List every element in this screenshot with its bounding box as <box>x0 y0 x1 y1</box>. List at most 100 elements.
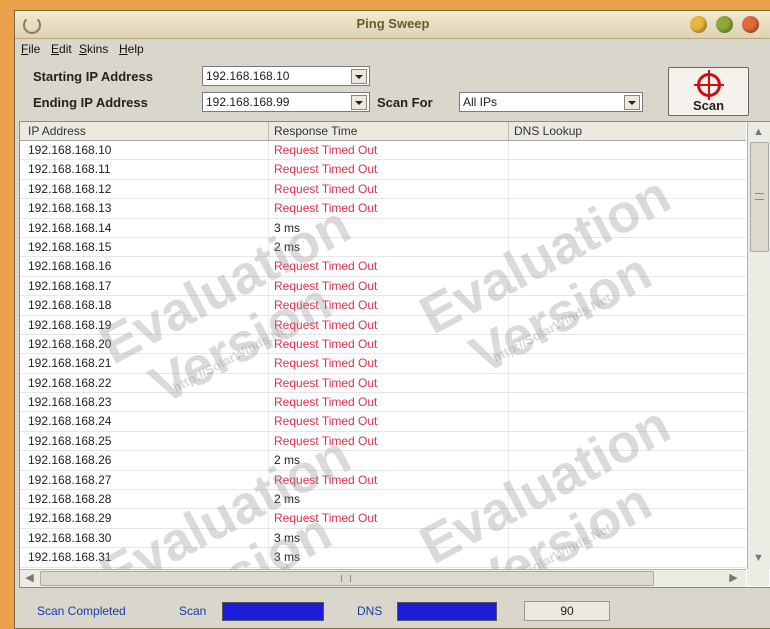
row-response-time: 3 ms <box>274 220 301 235</box>
column-dns-lookup[interactable]: DNS Lookup <box>514 124 582 140</box>
starting-ip-combo[interactable]: 192.168.168.10 <box>202 66 370 86</box>
row-ip-address: 192.168.168.27 <box>28 472 112 487</box>
menu-help[interactable]: Help <box>119 42 144 56</box>
row-ip-address: 192.168.168.11 <box>28 162 111 177</box>
row-response-time: Request Timed Out <box>274 298 378 313</box>
dns-progress-bar <box>397 602 497 621</box>
table-row[interactable]: 192.168.168.16 Request Timed Out <box>20 257 746 277</box>
row-ip-address: 192.168.168.23 <box>28 395 112 410</box>
table-row[interactable]: 192.168.168.15 2 ms <box>20 238 746 258</box>
menu-skins[interactable]: Skins <box>79 42 108 56</box>
column-response-time[interactable]: Response Time <box>274 124 357 140</box>
row-response-time: 2 ms <box>274 492 301 507</box>
table-row[interactable]: 192.168.168.24 Request Timed Out <box>20 412 746 432</box>
scan-for-value: All IPs <box>463 95 498 109</box>
table-row[interactable]: 192.168.168.29 Request Timed Out <box>20 509 746 529</box>
table-row[interactable]: 192.168.168.14 3 ms <box>20 219 746 238</box>
table-row[interactable]: 192.168.168.10 Request Timed Out <box>20 141 746 161</box>
row-ip-address: 192.168.168.31 <box>28 550 112 565</box>
table-rows: 192.168.168.10 Request Timed Out 192.168.1… <box>20 141 746 587</box>
scan-progress-label: Scan <box>179 604 207 618</box>
row-ip-address: 192.168.168.16 <box>28 259 112 274</box>
row-response-time: Request Timed Out <box>274 472 378 487</box>
row-ip-address: 192.168.168.12 <box>28 181 112 196</box>
table-row[interactable]: 192.168.168.11 Request Timed Out <box>20 160 746 180</box>
vertical-scroll-thumb[interactable] <box>750 142 769 252</box>
results-list[interactable]: IP Address Response Time DNS Lookup 192.… <box>19 121 770 588</box>
row-ip-address: 192.168.168.29 <box>28 511 112 526</box>
table-row[interactable]: 192.168.168.28 2 ms <box>20 490 746 510</box>
horizontal-scroll-thumb[interactable] <box>40 571 654 586</box>
row-response-time: Request Timed Out <box>274 414 378 429</box>
vertical-scrollbar[interactable]: ▲ ▼ <box>747 122 770 569</box>
status-text: Scan Completed <box>37 604 126 618</box>
column-separator[interactable] <box>268 122 269 140</box>
row-response-time: Request Timed Out <box>274 336 378 351</box>
table-row[interactable]: 192.168.168.12 Request Timed Out <box>20 180 746 200</box>
row-ip-address: 192.168.168.15 <box>28 239 112 254</box>
maximize-button[interactable] <box>716 16 733 33</box>
row-ip-address: 192.168.168.10 <box>28 143 112 157</box>
row-ip-address: 192.168.168.22 <box>28 375 112 390</box>
table-row[interactable]: 192.168.168.13 Request Timed Out <box>20 199 746 219</box>
table-row[interactable]: 192.168.168.21 Request Timed Out <box>20 354 746 374</box>
scroll-down-icon[interactable]: ▼ <box>750 550 767 567</box>
dropdown-arrow-icon[interactable] <box>624 95 640 110</box>
dns-progress-label: DNS <box>357 604 383 618</box>
row-ip-address: 192.168.168.30 <box>28 530 112 545</box>
table-row[interactable]: 192.168.168.23 Request Timed Out <box>20 393 746 413</box>
row-response-time: Request Timed Out <box>274 511 378 526</box>
starting-ip-label: Starting IP Address <box>33 69 153 84</box>
row-ip-address: 192.168.168.17 <box>28 278 112 293</box>
minimize-button[interactable] <box>690 16 707 33</box>
title-bar: Ping Sweep <box>15 11 770 39</box>
table-row[interactable]: 192.168.168.30 3 ms <box>20 529 746 549</box>
row-ip-address: 192.168.168.18 <box>28 298 112 313</box>
row-response-time: Request Timed Out <box>274 433 378 448</box>
table-row[interactable]: 192.168.168.26 2 ms <box>20 451 746 471</box>
row-response-time: Request Timed Out <box>274 181 378 196</box>
table-row[interactable]: 192.168.168.17 Request Timed Out <box>20 277 746 297</box>
scan-for-label: Scan For <box>377 95 433 110</box>
table-row[interactable]: 192.168.168.31 3 ms <box>20 548 746 568</box>
row-response-time: Request Timed Out <box>274 278 378 293</box>
window-title: Ping Sweep <box>356 16 430 31</box>
scan-for-select[interactable]: All IPs <box>459 92 643 112</box>
scroll-up-icon[interactable]: ▲ <box>750 124 767 141</box>
ending-ip-combo[interactable]: 192.168.168.99 <box>202 92 370 112</box>
row-ip-address: 192.168.168.13 <box>28 201 112 216</box>
scan-progress-bar <box>222 602 324 621</box>
row-response-time: Request Timed Out <box>274 317 378 332</box>
row-response-time: Request Timed Out <box>274 375 378 390</box>
row-ip-address: 192.168.168.24 <box>28 414 112 429</box>
row-response-time: 3 ms <box>274 530 301 545</box>
row-response-time: Request Timed Out <box>274 201 378 216</box>
scan-button[interactable]: Scan <box>668 67 749 116</box>
scroll-left-icon[interactable]: ◀ <box>22 571 37 585</box>
dropdown-arrow-icon[interactable] <box>351 95 367 110</box>
row-response-time: Request Timed Out <box>274 356 378 371</box>
table-row[interactable]: 192.168.168.22 Request Timed Out <box>20 374 746 394</box>
menu-edit[interactable]: Edit <box>51 42 72 56</box>
row-ip-address: 192.168.168.25 <box>28 433 112 448</box>
row-ip-address: 192.168.168.26 <box>28 453 112 468</box>
column-ip-address[interactable]: IP Address <box>28 124 86 140</box>
row-ip-address: 192.168.168.28 <box>28 492 112 507</box>
column-separator[interactable] <box>508 122 509 140</box>
list-header: IP Address Response Time DNS Lookup <box>20 122 746 141</box>
table-row[interactable]: 192.168.168.18 Request Timed Out <box>20 296 746 316</box>
menu-file[interactable]: File <box>21 42 40 56</box>
close-button[interactable] <box>742 16 759 33</box>
table-row[interactable]: 192.168.168.20 Request Timed Out <box>20 335 746 355</box>
row-response-time: 2 ms <box>274 239 301 254</box>
horizontal-scrollbar[interactable]: ◀ ▶ <box>20 569 746 587</box>
row-response-time: 3 ms <box>274 550 301 565</box>
scrollbar-corner <box>747 569 769 586</box>
dropdown-arrow-icon[interactable] <box>351 69 367 84</box>
grip-icon <box>755 193 764 200</box>
table-row[interactable]: 192.168.168.19 Request Timed Out <box>20 316 746 335</box>
scroll-right-icon[interactable]: ▶ <box>726 571 741 585</box>
table-row[interactable]: 192.168.168.27 Request Timed Out <box>20 471 746 491</box>
starting-ip-value: 192.168.168.10 <box>206 69 290 83</box>
table-row[interactable]: 192.168.168.25 Request Timed Out <box>20 432 746 452</box>
